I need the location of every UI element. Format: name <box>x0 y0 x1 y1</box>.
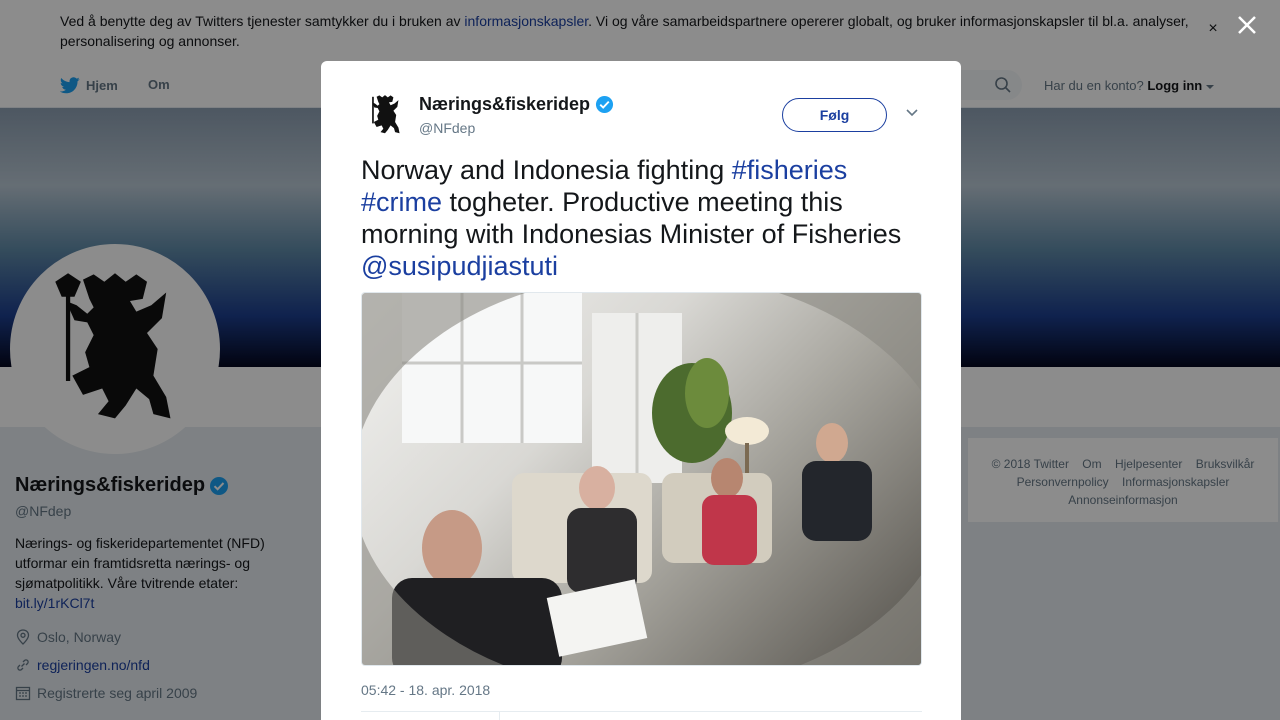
close-modal-icon[interactable] <box>1232 10 1262 40</box>
tweet-author-handle[interactable]: @NFdep <box>419 120 475 136</box>
tweet-text-part: togheter. Productive meeting this mornin… <box>361 187 902 249</box>
tweet-modal: Nærings&fiskeridep @NFdep Følg Norway an… <box>321 61 961 720</box>
tweet-author-name[interactable]: Nærings&fiskeridep <box>419 94 614 115</box>
tweet-text-part: Norway and Indonesia fighting <box>361 155 732 185</box>
verified-badge-icon <box>595 95 614 114</box>
tweet-author-avatar[interactable] <box>361 91 409 139</box>
divider <box>499 712 500 720</box>
tweet-text: Norway and Indonesia fighting #fisheries… <box>361 154 926 282</box>
meeting-photo-illustration <box>362 293 921 665</box>
hashtag-link[interactable]: #fisheries <box>732 155 848 185</box>
hashtag-link[interactable]: #crime <box>361 187 442 217</box>
chevron-down-icon[interactable] <box>905 108 919 118</box>
tweet-timestamp[interactable]: 05:42 - 18. apr. 2018 <box>361 682 490 698</box>
lion-crest-icon <box>372 95 400 134</box>
tweet-photo[interactable] <box>361 292 922 666</box>
follow-button[interactable]: Følg <box>782 98 887 132</box>
divider <box>361 711 922 712</box>
tweet-author-name-text: Nærings&fiskeridep <box>419 94 591 114</box>
mention-link[interactable]: @susipudjiastuti <box>361 251 558 281</box>
